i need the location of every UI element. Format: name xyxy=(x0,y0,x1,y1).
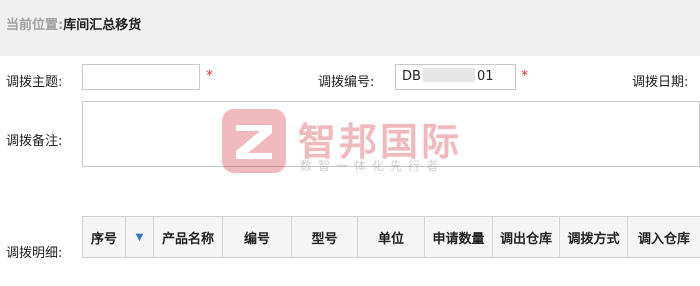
subject-input[interactable] xyxy=(82,64,200,90)
brand-logo-icon xyxy=(222,109,286,173)
column-header-model[interactable]: 型号 xyxy=(291,217,357,257)
breadcrumb: 当前位置:库间汇总移货 xyxy=(6,14,141,33)
watermark: 智邦国际 数智一体化先行者 xyxy=(222,109,484,175)
sort-down-icon[interactable]: ▼ xyxy=(125,217,153,257)
number-required-mark: * xyxy=(521,68,528,84)
subject-required-mark: * xyxy=(206,68,213,84)
remark-label: 调拨备注: xyxy=(6,134,63,149)
column-header-transfer-method[interactable]: 调拨方式 xyxy=(559,217,627,257)
watermark-slogan: 数智一体化先行者 xyxy=(300,159,445,173)
number-suffix: 01 xyxy=(476,69,494,84)
breadcrumb-prefix: 当前位置: xyxy=(6,18,64,33)
column-header-unit[interactable]: 单位 xyxy=(357,217,424,257)
number-prefix: DB xyxy=(402,69,421,84)
subject-label: 调拨主题: xyxy=(6,75,63,90)
number-input[interactable]: DB 01 xyxy=(395,64,516,90)
column-header-in-warehouse[interactable]: 调入仓库 xyxy=(627,217,700,257)
column-header-request-qty[interactable]: 申请数量 xyxy=(424,217,492,257)
column-header-out-warehouse[interactable]: 调出仓库 xyxy=(492,217,559,257)
column-header-code[interactable]: 编号 xyxy=(222,217,291,257)
number-label: 调拨编号: xyxy=(318,75,375,90)
details-label: 调拨明细: xyxy=(6,246,63,261)
column-header-index[interactable]: 序号 xyxy=(82,217,125,257)
column-header-product-name[interactable]: 产品名称 xyxy=(153,217,222,257)
date-label: 调拨日期: xyxy=(632,75,689,90)
number-masked-region xyxy=(422,68,475,82)
breadcrumb-current: 库间汇总移货 xyxy=(63,18,142,33)
details-table-header: 序号 ▼ 产品名称 编号 型号 单位 申请数量 调出仓库 调拨方式 调入仓库 xyxy=(82,216,700,258)
